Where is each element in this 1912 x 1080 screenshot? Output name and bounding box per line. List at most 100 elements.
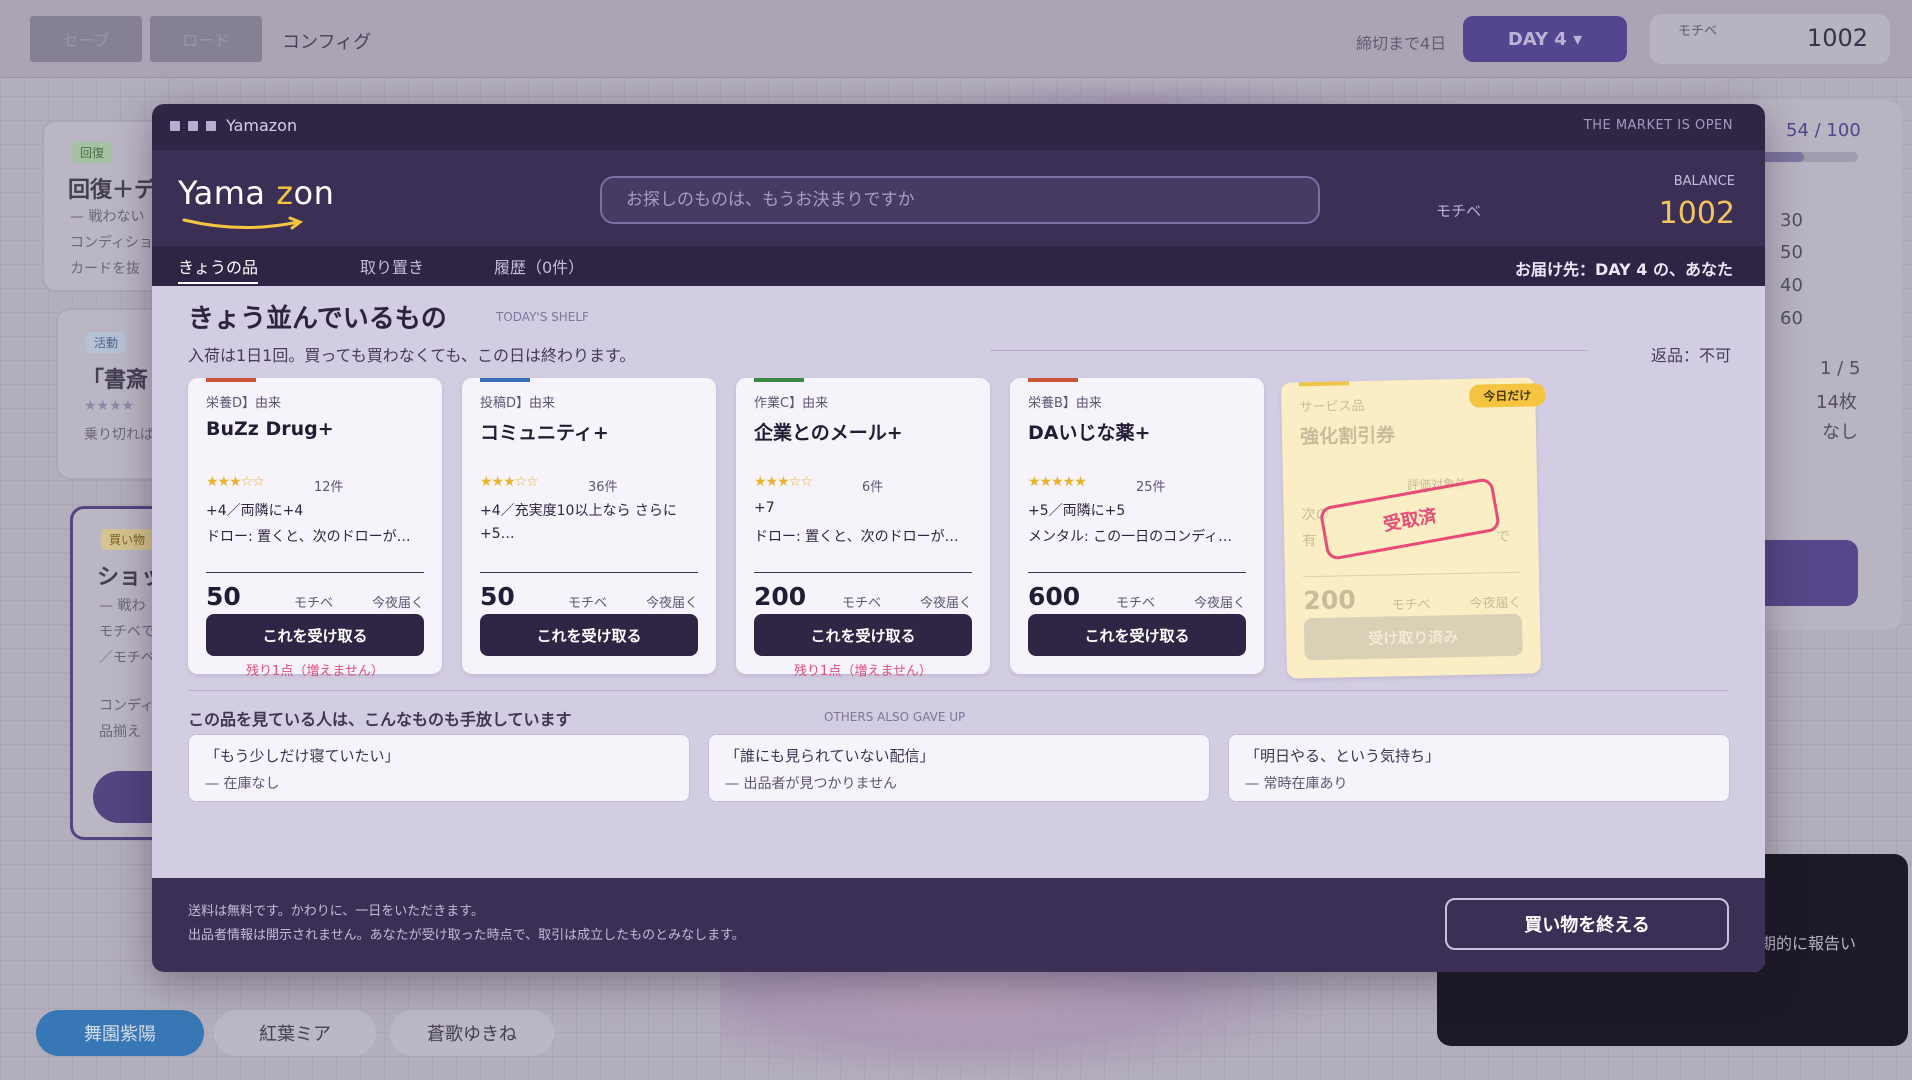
shop-footer: 送料は無料です。かわりに、一日をいただきます。 出品者情報は開示されません。あな… (152, 878, 1765, 972)
product-review-count: 25件 (1136, 480, 1166, 495)
return-policy: 返品：不可 (1650, 346, 1731, 365)
price-currency: モチベ (1116, 596, 1156, 611)
yamazon-shop-modal: Yamazon THE MARKET IS OPEN Yama zon モチベ … (152, 104, 1765, 972)
product-price: 600 (1028, 582, 1081, 611)
section-divider (188, 690, 1728, 691)
product-effect-detail: で (1496, 528, 1511, 546)
product-price: 200 (754, 582, 807, 611)
window-titlebar: Yamazon THE MARKET IS OPEN (152, 104, 1765, 150)
others-card-quote: 「もう少しだけ寝ていたい」 (205, 747, 400, 765)
logo-smile-icon (182, 216, 304, 230)
product-rating-stars: ★★★☆☆ (480, 474, 539, 490)
shelf-subtitle: 入荷は1日1回。買っても買わなくても、この日は終わります。 (188, 346, 636, 365)
card-divider (1302, 571, 1521, 578)
product-origin: 栄養B】由来 (1028, 396, 1102, 411)
product-origin: 作業C】由来 (754, 396, 829, 411)
balance-label: BALANCE (1673, 174, 1735, 189)
category-stripe (206, 378, 256, 382)
price-currency: モチベ (294, 596, 334, 611)
product-card: 栄養D】由来 BuZz Drug+ ★★★☆☆ 12件 +4／両隣に+4 ドロー… (188, 378, 442, 679)
shipping-info: 今夜届く (1193, 596, 1246, 611)
today-only-badge: 今日だけ (1468, 383, 1546, 408)
shipping-info: 今夜届く (1469, 595, 1522, 612)
footer-note: 出品者情報は開示されません。あなたが受け取った時点で、取引は成立したものとみなし… (188, 928, 745, 943)
product-price: 50 (480, 582, 515, 611)
shop-header: Yama zon モチベ BALANCE 1002 (152, 150, 1765, 246)
product-card: 栄養B】由来 DAいじな薬+ ★★★★★ 25件 +5／両隣に+5 メンタル: … (1010, 378, 1264, 674)
product-effect-detail: 有 (1302, 532, 1317, 550)
shop-tabs: きょうの品 取り置き 履歴（0件） お届け先：DAY 4 の、あなた (152, 246, 1765, 286)
stock-warning: 残り1点（増えません） (246, 664, 384, 679)
product-review-count: 6件 (862, 480, 884, 495)
product-effect-detail: ドロー: 置くと、次のドローが… (754, 529, 959, 545)
card-divider (1028, 572, 1246, 573)
product-name: 強化割引券 (1299, 424, 1396, 449)
receive-button[interactable]: これを受け取る (1028, 614, 1246, 656)
product-effect: +4／両隣に+4 (206, 503, 304, 519)
product-card: 投稿D】由来 コミュニティ+ ★★★☆☆ 36件 +4／充実度10以上なら さら… (462, 378, 716, 674)
category-stripe (754, 378, 804, 382)
received-button: 受け取り済み (1303, 613, 1523, 661)
product-name: DAいじな薬+ (1028, 422, 1151, 444)
card-divider (754, 572, 972, 573)
product-origin: 栄養D】由来 (206, 396, 282, 411)
product-name: 企業とのメール+ (754, 422, 903, 444)
balance-value: 1002 (1658, 196, 1735, 231)
special-product-card: 今日だけ サービス品 強化割引券 評価対象外 次の 有 で 受取済 200 モチ… (1280, 377, 1546, 679)
card-divider (480, 572, 698, 573)
shipping-info: 今夜届く (645, 596, 698, 611)
product-effect-detail: メンタル: この一日のコンディ… (1028, 529, 1233, 545)
others-card-note: — 在庫なし (205, 776, 280, 792)
window-status: THE MARKET IS OPEN (1583, 118, 1733, 133)
price-currency: モチベ (568, 596, 608, 611)
product-effect: +4／充実度10以上なら さらに (480, 503, 677, 519)
search-input[interactable] (600, 176, 1320, 224)
product-rating-stars: ★★★★★ (1028, 474, 1087, 490)
product-name: コミュニティ+ (480, 422, 609, 444)
product-card: 作業C】由来 企業とのメール+ ★★★☆☆ 6件 +7 ドロー: 置くと、次のド… (736, 378, 990, 679)
yamazon-logo: Yama zon (178, 174, 335, 212)
others-section-title-en: OTHERS ALSO GAVE UP (824, 710, 966, 724)
footer-note: 送料は無料です。かわりに、一日をいただきます。 (188, 904, 485, 919)
price-currency: モチベ (842, 596, 882, 611)
product-price: 200 (1303, 585, 1356, 616)
others-card[interactable]: 「もう少しだけ寝ていたい」 — 在庫なし (188, 734, 690, 802)
currency-label: モチベ (1436, 202, 1482, 220)
others-card-quote: 「明日やる、という気持ち」 (1245, 747, 1441, 765)
category-stripe (480, 378, 530, 382)
receive-button[interactable]: これを受け取る (480, 614, 698, 656)
product-name: BuZz Drug+ (206, 418, 334, 440)
product-effect: +5／両隣に+5 (1028, 503, 1126, 519)
others-card-quote: 「誰にも見られていない配信」 (725, 747, 935, 765)
shelf-title-en: TODAY'S SHELF (496, 310, 589, 324)
others-section-title: この品を見ている人は、こんなものも手放しています (188, 710, 572, 729)
card-divider (206, 572, 424, 573)
product-effect: +7 (754, 500, 775, 516)
others-card-note: — 出品者が見つかりません (725, 776, 898, 792)
window-controls (170, 121, 216, 131)
product-price: 50 (206, 582, 241, 611)
shipping-info: 今夜届く (371, 596, 424, 611)
shelf-title: きょう並んでいるもの (188, 304, 447, 334)
product-effect-detail: +5… (480, 526, 515, 542)
delivery-address: お届け先：DAY 4 の、あなた (1515, 260, 1733, 279)
shipping-info: 今夜届く (919, 596, 972, 611)
others-card-note: — 常時在庫あり (1245, 776, 1348, 792)
product-review-count: 12件 (314, 480, 344, 495)
product-origin: 投稿D】由来 (480, 396, 556, 411)
product-rating-stars: ★★★☆☆ (206, 474, 265, 490)
product-review-count: 36件 (588, 480, 618, 495)
shelf-divider (990, 350, 1588, 351)
others-card[interactable]: 「誰にも見られていない配信」 — 出品者が見つかりません (708, 734, 1210, 802)
receive-button[interactable]: これを受け取る (754, 614, 972, 656)
product-origin: サービス品 (1299, 398, 1365, 416)
tab-today[interactable]: きょうの品 (178, 254, 259, 284)
tab-history[interactable]: 履歴（0件） (494, 254, 584, 278)
others-card[interactable]: 「明日やる、という気持ち」 — 常時在庫あり (1228, 734, 1730, 802)
window-title: Yamazon (226, 116, 298, 135)
stock-warning: 残り1点（増えません） (794, 664, 932, 679)
finish-shopping-button[interactable]: 買い物を終える (1445, 898, 1729, 950)
receive-button[interactable]: これを受け取る (206, 614, 424, 656)
tab-reserved[interactable]: 取り置き (360, 254, 424, 278)
category-stripe (1298, 381, 1349, 387)
